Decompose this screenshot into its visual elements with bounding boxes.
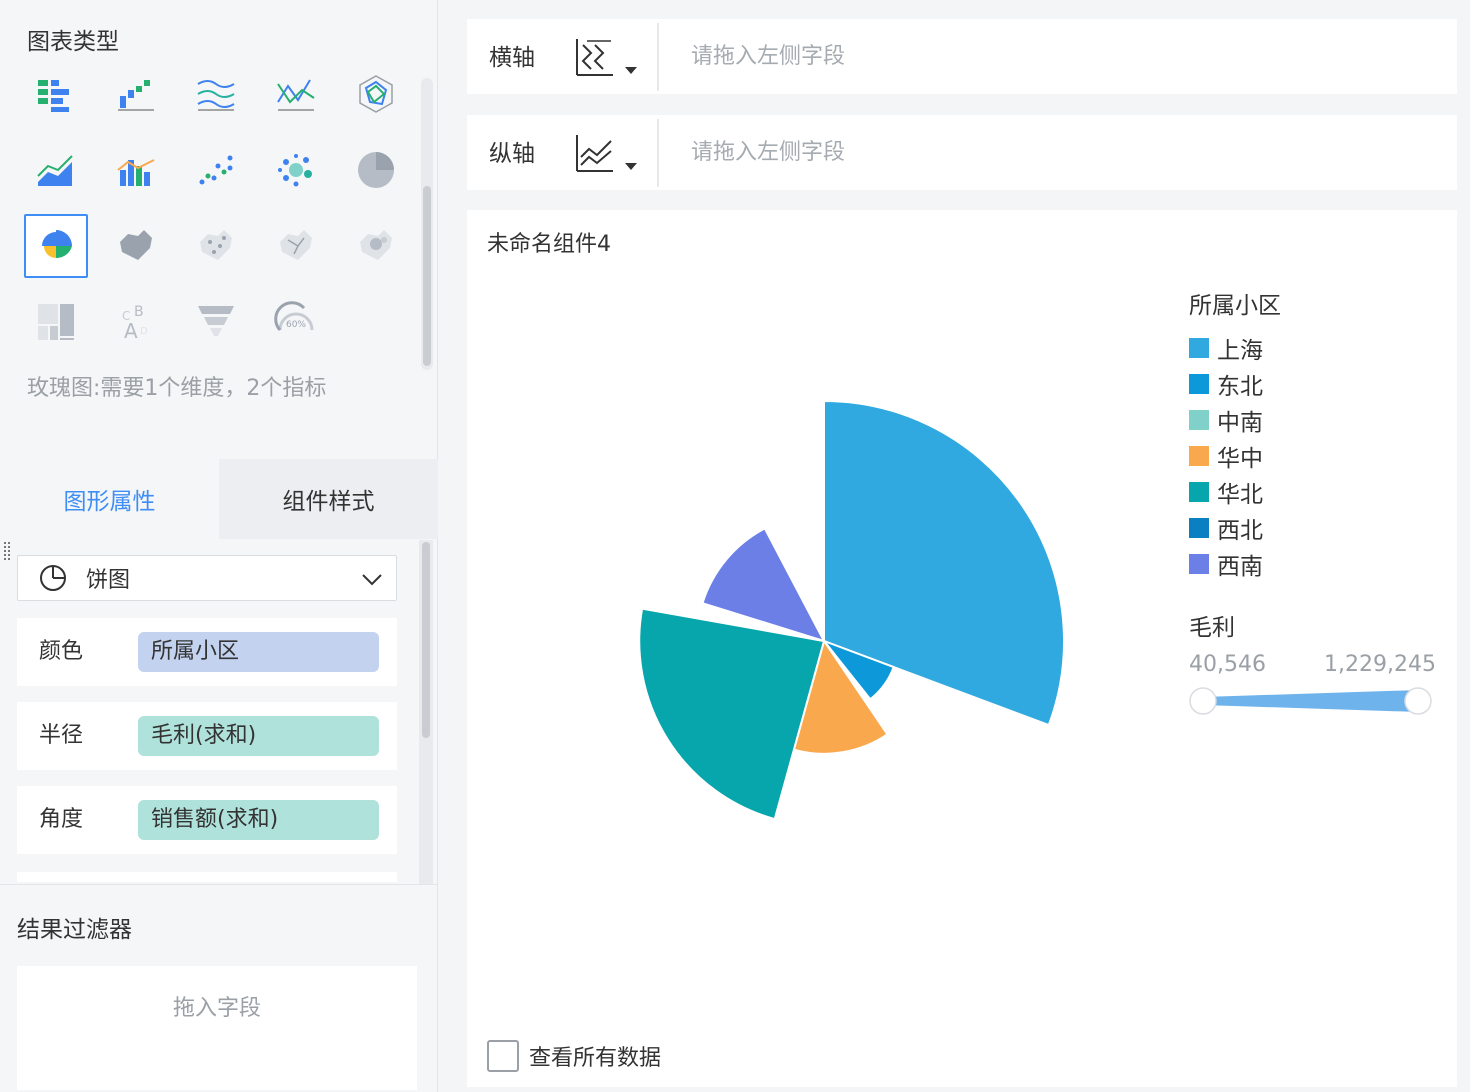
prop-name: 角度 bbox=[39, 807, 84, 832]
point-map-icon[interactable] bbox=[184, 214, 248, 278]
size-legend-title: 毛利 bbox=[1189, 615, 1235, 641]
area-chart-icon[interactable] bbox=[24, 138, 88, 202]
legend-swatch bbox=[1189, 482, 1209, 502]
rose-chart-icon[interactable] bbox=[24, 214, 88, 278]
radar-chart-icon[interactable] bbox=[344, 62, 408, 126]
legend-item[interactable]: 华北 bbox=[1189, 474, 1281, 510]
legend-item[interactable]: 西北 bbox=[1189, 510, 1281, 546]
legend-item[interactable]: 东北 bbox=[1189, 366, 1281, 402]
x-axis-row: 横轴 请拖入左侧字段 bbox=[467, 19, 1457, 94]
legend-swatch bbox=[1189, 446, 1209, 466]
field-chip-radius[interactable]: 毛利(求和) bbox=[138, 716, 379, 756]
legend-label: 华北 bbox=[1217, 482, 1263, 508]
svg-text:D: D bbox=[140, 326, 148, 337]
legend-label: 中南 bbox=[1217, 410, 1263, 436]
view-all-checkbox[interactable] bbox=[487, 1040, 519, 1072]
gauge-percent-text: 60% bbox=[286, 320, 306, 330]
y-axis-label: 纵轴 bbox=[489, 141, 535, 167]
field-chip-color[interactable]: 所属小区 bbox=[138, 632, 379, 672]
heat-map-icon[interactable] bbox=[344, 214, 408, 278]
color-legend: 所属小区 上海东北中南华中华北西北西南 bbox=[1189, 286, 1281, 582]
view-all-data-toggle[interactable]: 查看所有数据 bbox=[487, 1040, 661, 1072]
chart-type-hint: 玫瑰图:需要1个维度，2个指标 bbox=[27, 376, 327, 401]
legend-swatch bbox=[1189, 338, 1209, 358]
prop-name: 颜色 bbox=[39, 639, 84, 664]
chart-subtype-select[interactable]: 饼图 bbox=[17, 555, 397, 601]
legend-item[interactable]: 上海 bbox=[1189, 330, 1281, 366]
x-axis-label: 横轴 bbox=[489, 45, 535, 71]
slider-handle-max[interactable] bbox=[1404, 687, 1432, 715]
legend-label: 华中 bbox=[1217, 446, 1263, 472]
legend-item[interactable]: 中南 bbox=[1189, 402, 1281, 438]
multi-line-icon[interactable] bbox=[184, 62, 248, 126]
result-filter-title: 结果过滤器 bbox=[17, 917, 132, 943]
rose-chart bbox=[638, 399, 1065, 821]
legend-label: 西北 bbox=[1217, 518, 1263, 544]
svg-text:B: B bbox=[134, 304, 144, 320]
flow-map-icon[interactable] bbox=[264, 214, 328, 278]
legend-swatch bbox=[1189, 374, 1209, 394]
legend-label: 西南 bbox=[1217, 554, 1263, 580]
legend-title: 所属小区 bbox=[1189, 293, 1281, 319]
rose-slice-华北[interactable] bbox=[638, 607, 826, 821]
legend-item[interactable]: 华中 bbox=[1189, 438, 1281, 474]
legend-item[interactable]: 西南 bbox=[1189, 546, 1281, 582]
legend-swatch bbox=[1189, 554, 1209, 574]
legend-swatch bbox=[1189, 410, 1209, 430]
prop-row-color: 颜色 所属小区 bbox=[17, 618, 397, 686]
pie-chart-icon[interactable] bbox=[344, 138, 408, 202]
size-legend-min: 40,546 bbox=[1189, 652, 1266, 677]
treemap-icon[interactable] bbox=[24, 290, 88, 354]
x-axis-caret-icon[interactable] bbox=[625, 67, 637, 74]
slider-handle-min[interactable] bbox=[1189, 687, 1217, 715]
chart-type-scrollbar[interactable] bbox=[421, 78, 433, 370]
y-axis-caret-icon[interactable] bbox=[625, 163, 637, 170]
size-range-slider[interactable] bbox=[1189, 686, 1434, 716]
field-chip-angle[interactable]: 销售额(求和) bbox=[138, 800, 379, 840]
word-cloud-icon[interactable]: CBAD bbox=[104, 290, 168, 354]
size-legend-max: 1,229,245 bbox=[1324, 652, 1436, 677]
chart-type-title: 图表类型 bbox=[27, 29, 119, 55]
divider bbox=[0, 884, 438, 885]
legend-swatch bbox=[1189, 518, 1209, 538]
prop-row-stub bbox=[17, 872, 397, 882]
funnel-chart-icon[interactable] bbox=[184, 290, 248, 354]
scatter-chart-icon[interactable] bbox=[184, 138, 248, 202]
line-chart-icon[interactable] bbox=[264, 62, 328, 126]
tab-graphic-properties[interactable]: 图形属性 bbox=[0, 459, 219, 539]
grouped-table-icon[interactable] bbox=[24, 62, 88, 126]
y-axis-row: 纵轴 请拖入左侧字段 bbox=[467, 115, 1457, 190]
y-axis-dropzone[interactable]: 请拖入左侧字段 bbox=[691, 115, 845, 190]
chevron-down-icon bbox=[362, 574, 382, 586]
region-map-icon[interactable] bbox=[104, 214, 168, 278]
result-filter-dropzone[interactable]: 拖入字段 bbox=[17, 966, 417, 1090]
view-all-label: 查看所有数据 bbox=[529, 1046, 662, 1071]
property-scrollbar[interactable] bbox=[419, 540, 433, 885]
svg-text:A: A bbox=[124, 319, 138, 343]
gauge-chart-icon[interactable]: 60% bbox=[264, 290, 328, 354]
prop-row-angle: 角度 销售额(求和) bbox=[17, 786, 397, 854]
result-filter-placeholder: 拖入字段 bbox=[172, 996, 261, 1021]
chart-subtype-value: 饼图 bbox=[86, 568, 131, 593]
bubble-chart-icon[interactable] bbox=[264, 138, 328, 202]
prop-name: 半径 bbox=[39, 723, 84, 748]
combo-chart-icon[interactable] bbox=[104, 138, 168, 202]
property-tabs: 图形属性 组件样式 bbox=[0, 459, 438, 539]
x-axis-sort-icon[interactable] bbox=[575, 37, 615, 77]
legend-label: 上海 bbox=[1217, 338, 1263, 364]
drag-handle-icon[interactable] bbox=[3, 540, 11, 564]
left-panel: 图表类型 C B A D 60% 玫瑰图:需要1个维度，2个指标 图形属性 组件… bbox=[0, 0, 438, 1092]
legend-label: 东北 bbox=[1217, 374, 1263, 400]
cross-table-icon[interactable] bbox=[104, 62, 168, 126]
tab-component-style[interactable]: 组件样式 bbox=[219, 459, 438, 539]
chart-canvas: 未命名组件4 所属小区 上海 东北 中南 华中 华北 西北 西南 毛利 40,546 1,2… bbox=[467, 210, 1457, 1087]
x-axis-dropzone[interactable]: 请拖入左侧字段 bbox=[691, 19, 845, 94]
y-axis-chart-icon[interactable] bbox=[575, 133, 615, 173]
prop-row-radius: 半径 毛利(求和) bbox=[17, 702, 397, 770]
pie-outline-icon bbox=[40, 565, 66, 591]
